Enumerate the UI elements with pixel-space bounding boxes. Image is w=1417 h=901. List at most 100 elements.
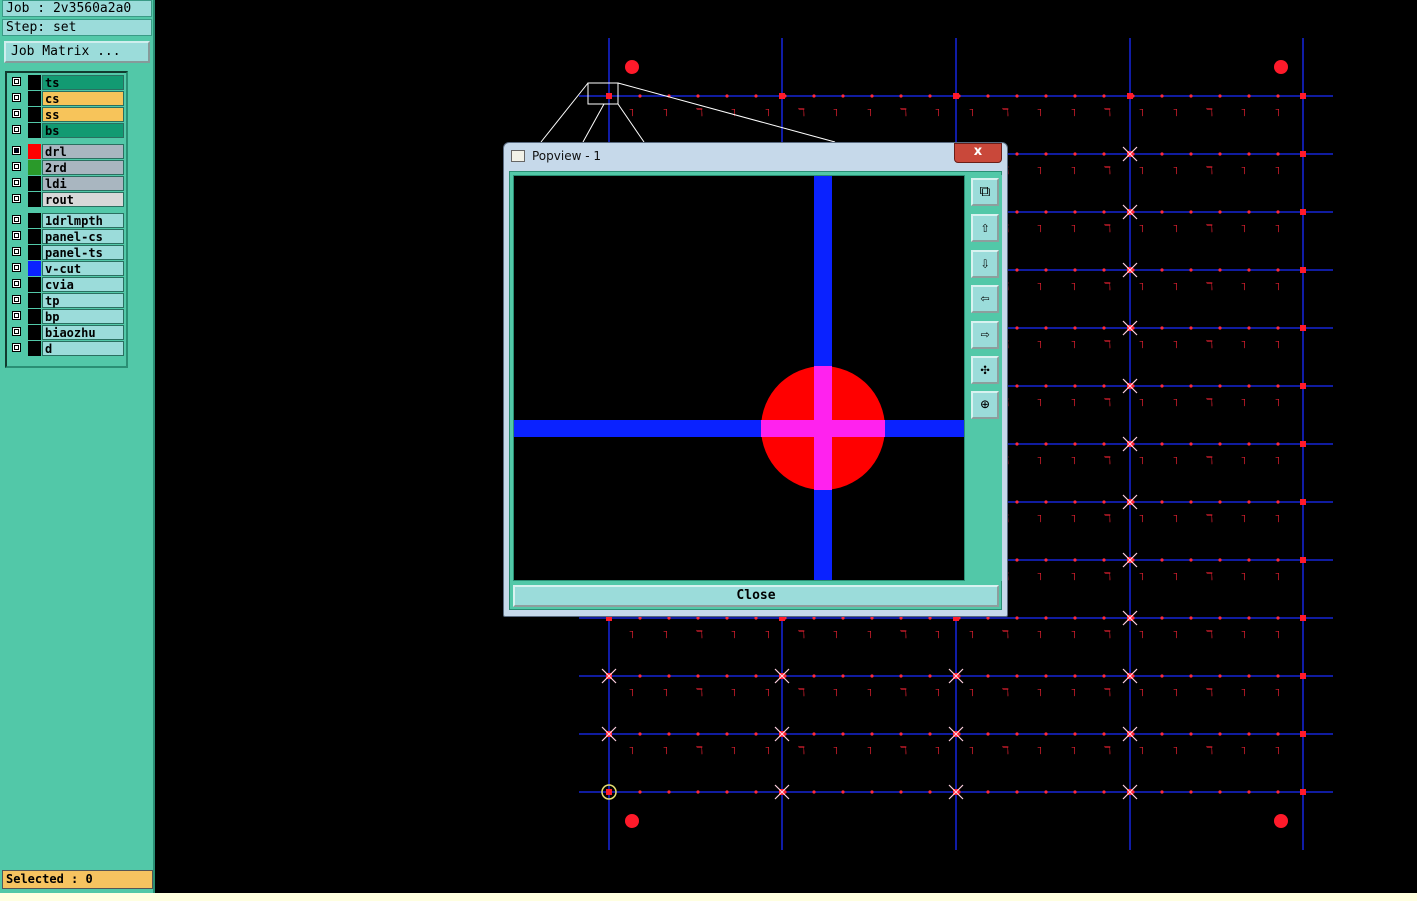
- zoom-view[interactable]: [513, 175, 965, 581]
- layer-color-swatch[interactable]: [28, 75, 41, 90]
- drill-pattern: ˥: [1036, 396, 1043, 409]
- layer-row-drl[interactable]: drl: [9, 144, 125, 159]
- layer-row-1drlmpth[interactable]: 1drlmpth: [9, 213, 125, 228]
- job-matrix-button[interactable]: Job Matrix ...: [4, 41, 150, 63]
- layer-checkbox[interactable]: [12, 125, 21, 134]
- drill-dot: [754, 790, 758, 794]
- layer-row-ss[interactable]: ss: [9, 107, 125, 122]
- layer-row-bs[interactable]: bs: [9, 123, 125, 138]
- zoom-fit-icon[interactable]: ✣: [971, 356, 999, 384]
- layer-row-biaozhu[interactable]: biaozhu: [9, 325, 125, 340]
- layer-row-2rd[interactable]: 2rd: [9, 160, 125, 175]
- drill-dot: [1276, 384, 1280, 388]
- layer-color-swatch[interactable]: [28, 277, 41, 292]
- layer-name[interactable]: ldi: [42, 176, 124, 191]
- layer-name[interactable]: panel-ts: [42, 245, 124, 260]
- layer-checkbox[interactable]: [12, 343, 21, 352]
- layer-checkbox[interactable]: [12, 194, 21, 203]
- layer-name[interactable]: rout: [42, 192, 124, 207]
- drill-dot: [1218, 326, 1222, 330]
- layer-color-swatch[interactable]: [28, 309, 41, 324]
- close-button[interactable]: Close: [513, 585, 999, 607]
- drill-dot: [870, 732, 874, 736]
- pan-left-icon[interactable]: ⇦: [971, 285, 999, 313]
- layer-name[interactable]: ts: [42, 75, 124, 90]
- layer-row-cs[interactable]: cs: [9, 91, 125, 106]
- layer-color-swatch[interactable]: [28, 160, 41, 175]
- layer-checkbox[interactable]: [12, 247, 21, 256]
- layer-name[interactable]: tp: [42, 293, 124, 308]
- layer-name[interactable]: bp: [42, 309, 124, 324]
- layer-row-v-cut[interactable]: v-cut: [9, 261, 125, 276]
- layer-checkbox[interactable]: [12, 231, 21, 240]
- layer-row-ldi[interactable]: ldi: [9, 176, 125, 191]
- drill-dot: [928, 94, 932, 98]
- layer-checkbox[interactable]: [12, 93, 21, 102]
- layer-row-cvia[interactable]: cvia: [9, 277, 125, 292]
- layer-checkbox[interactable]: [12, 279, 21, 288]
- layer-name[interactable]: biaozhu: [42, 325, 124, 340]
- layer-name[interactable]: d: [42, 341, 124, 356]
- layer-color-swatch[interactable]: [28, 213, 41, 228]
- layer-color-swatch[interactable]: [28, 107, 41, 122]
- layer-checkbox[interactable]: [12, 311, 21, 320]
- popview-titlebar[interactable]: Popview - 1 x: [504, 143, 1007, 169]
- layer-color-swatch[interactable]: [28, 341, 41, 356]
- layer-name[interactable]: cvia: [42, 277, 124, 292]
- drill-pattern: ℸ: [1206, 454, 1213, 467]
- zoom-window-icon[interactable]: ⧉: [971, 178, 999, 206]
- layer-color-swatch[interactable]: [28, 192, 41, 207]
- pan-up-icon[interactable]: ⇧: [971, 214, 999, 242]
- layer-color-swatch[interactable]: [28, 91, 41, 106]
- drill-dot: [1276, 558, 1280, 562]
- layer-name[interactable]: bs: [42, 123, 124, 138]
- layer-color-swatch[interactable]: [28, 144, 41, 159]
- layer-name[interactable]: 1drlmpth: [42, 213, 124, 228]
- drill-pattern: ˥: [1274, 744, 1281, 757]
- layer-color-swatch[interactable]: [28, 123, 41, 138]
- layer-checkbox[interactable]: [12, 263, 21, 272]
- layer-color-swatch[interactable]: [28, 325, 41, 340]
- layer-color-swatch[interactable]: [28, 229, 41, 244]
- zoom-home-icon[interactable]: ⊕: [971, 391, 999, 419]
- drill-dot: [841, 732, 845, 736]
- layer-name[interactable]: panel-cs: [42, 229, 124, 244]
- drill-pattern: ˥: [1172, 686, 1179, 699]
- layer-checkbox[interactable]: [12, 146, 21, 155]
- pan-down-icon[interactable]: ⇩: [971, 250, 999, 278]
- layer-row-panel-cs[interactable]: panel-cs: [9, 229, 125, 244]
- layer-color-swatch[interactable]: [28, 261, 41, 276]
- drill-dot: [1044, 384, 1048, 388]
- layer-color-swatch[interactable]: [28, 176, 41, 191]
- layer-checkbox[interactable]: [12, 178, 21, 187]
- pan-right-icon[interactable]: ⇨: [971, 321, 999, 349]
- layer-row-panel-ts[interactable]: panel-ts: [9, 245, 125, 260]
- drill-pad: [1127, 93, 1133, 99]
- layer-checkbox[interactable]: [12, 77, 21, 86]
- layer-checkbox[interactable]: [12, 162, 21, 171]
- layer-color-swatch[interactable]: [28, 293, 41, 308]
- drill-pad: [1300, 731, 1306, 737]
- layer-row-d[interactable]: d: [9, 341, 125, 356]
- layer-checkbox[interactable]: [12, 109, 21, 118]
- layer-checkbox[interactable]: [12, 295, 21, 304]
- drill-pattern: ˥: [866, 628, 873, 641]
- drill-dot: [1160, 442, 1164, 446]
- layer-row-bp[interactable]: bp: [9, 309, 125, 324]
- drill-dot: [1044, 326, 1048, 330]
- layer-name[interactable]: drl: [42, 144, 124, 159]
- layer-name[interactable]: 2rd: [42, 160, 124, 175]
- layer-row-rout[interactable]: rout: [9, 192, 125, 207]
- layer-name[interactable]: cs: [42, 91, 124, 106]
- layer-row-tp[interactable]: tp: [9, 293, 125, 308]
- drill-dot: [1015, 674, 1019, 678]
- close-icon[interactable]: x: [954, 143, 1002, 163]
- layer-row-ts[interactable]: ts: [9, 75, 125, 90]
- layer-name[interactable]: v-cut: [42, 261, 124, 276]
- drill-dot: [1247, 558, 1251, 562]
- layer-color-swatch[interactable]: [28, 245, 41, 260]
- drill-dot: [1189, 210, 1193, 214]
- layer-checkbox[interactable]: [12, 327, 21, 336]
- layer-checkbox[interactable]: [12, 215, 21, 224]
- layer-name[interactable]: ss: [42, 107, 124, 122]
